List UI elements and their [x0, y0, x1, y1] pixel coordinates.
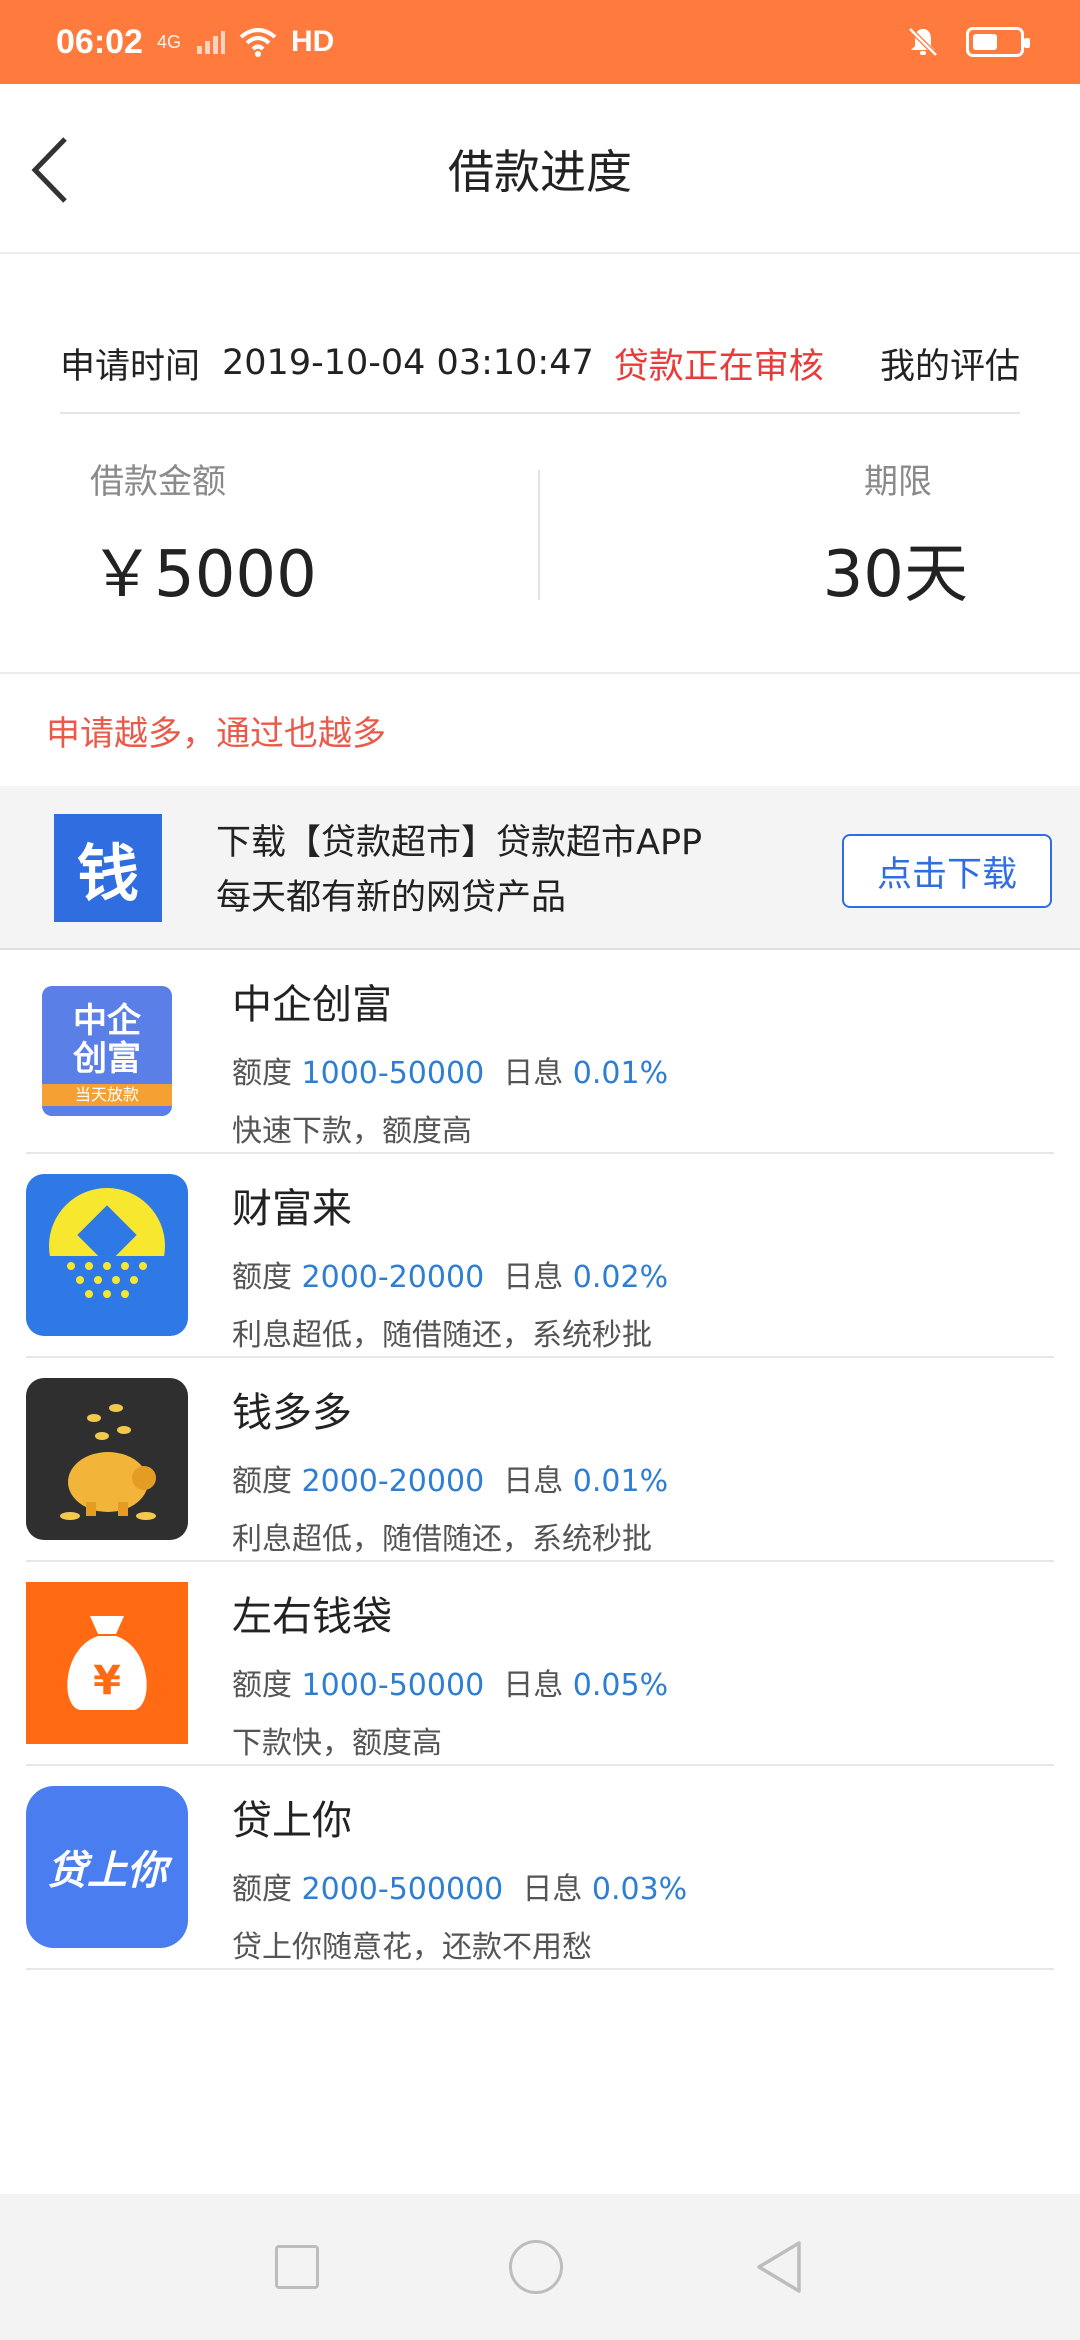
wifi-icon: [239, 28, 277, 57]
product-amount: 1000-50000: [301, 1056, 485, 1091]
banner-text: 下载【贷款超市】贷款超市APP 每天都有新的网贷产品: [216, 816, 702, 926]
product-terms: 额度 2000-20000 日息 0.02%: [232, 1260, 669, 1295]
loan-amount-label: 借款金额: [90, 462, 226, 502]
loan-term-value: 30天: [822, 538, 968, 612]
product-terms: 额度 2000-500000 日息 0.03%: [232, 1872, 688, 1907]
application-time: 2019-10-04 03:10:47: [222, 343, 594, 383]
product-text: 钱多多 额度 2000-20000 日息 0.01% 利息超低，随借随还，系统秒…: [232, 1380, 668, 1558]
promo-text: 申请越多，通过也越多: [46, 714, 386, 754]
download-banner[interactable]: 钱 下载【贷款超市】贷款超市APP 每天都有新的网贷产品 点击下载: [0, 786, 1080, 950]
product-name: 贷上你: [232, 1798, 352, 1844]
product-desc: 快速下款，额度高: [232, 1114, 472, 1149]
application-row: 申请时间 2019-10-04 03:10:47 贷款正在审核 我的评估: [60, 314, 1020, 414]
application-time-label: 申请时间: [60, 346, 201, 387]
product-name: 钱多多: [232, 1390, 352, 1436]
banner-line-2: 每天都有新的网贷产品: [216, 878, 567, 918]
nav-bar: 借款进度: [0, 84, 1080, 254]
product-desc: 利息超低，随借随还，系统秒批: [232, 1522, 652, 1557]
product-amount: 2000-20000: [301, 1260, 485, 1295]
product-rate: 0.01%: [572, 1056, 669, 1091]
loan-market-logo: 钱: [54, 814, 162, 922]
product-desc: 下款快，额度高: [232, 1726, 442, 1761]
battery-icon: [966, 27, 1030, 57]
recent-apps-button[interactable]: [275, 2245, 319, 2289]
zhongqichuangfu-logo: 中企 创富 当天放款: [42, 986, 172, 1116]
product-rate: 0.03%: [591, 1872, 688, 1907]
status-left: 06:02 4G HD: [56, 23, 334, 62]
product-item-zuoyouqiandai[interactable]: ¥ 左右钱袋 额度 1000-50000 日息 0.05% 下款快，额度高: [26, 1562, 1054, 1766]
my-evaluation-link[interactable]: 我的评估: [880, 338, 1020, 389]
product-item-qianduoduo[interactable]: 钱多多 额度 2000-20000 日息 0.01% 利息超低，随借随还，系统秒…: [26, 1358, 1054, 1562]
product-terms: 额度 1000-50000 日息 0.01%: [232, 1056, 669, 1091]
status-bar: 06:02 4G HD: [0, 0, 1080, 84]
product-terms: 额度 2000-20000 日息 0.01%: [232, 1464, 669, 1499]
loan-term-label: 期限: [864, 462, 932, 502]
product-amount: 2000-20000: [301, 1464, 485, 1499]
svg-text:¥: ¥: [93, 1658, 121, 1704]
product-terms: 额度 1000-50000 日息 0.05%: [232, 1668, 669, 1703]
product-amount: 2000-500000: [301, 1872, 504, 1907]
product-text: 贷上你 额度 2000-500000 日息 0.03% 贷上你随意花，还款不用愁: [232, 1788, 687, 1966]
product-item-caifulai[interactable]: 财富来 额度 2000-20000 日息 0.02% 利息超低，随借随还，系统秒…: [26, 1154, 1054, 1358]
banner-line-1: 下载【贷款超市】贷款超市APP: [216, 823, 703, 863]
vertical-divider: [538, 470, 540, 600]
zuoyouqiandai-logo: ¥: [26, 1582, 188, 1744]
daishangni-logo: 贷上你: [26, 1786, 188, 1948]
qianduoduo-logo: [26, 1378, 188, 1540]
status-right: [906, 25, 1030, 59]
product-name: 中企创富: [232, 982, 392, 1028]
mute-icon: [908, 27, 938, 57]
product-amount: 1000-50000: [301, 1668, 485, 1703]
product-list: 中企 创富 当天放款 中企创富 额度 1000-50000 日息 0.01% 快…: [0, 950, 1080, 1970]
product-text: 财富来 额度 2000-20000 日息 0.02% 利息超低，随借随还，系统秒…: [232, 1176, 668, 1354]
product-text: 左右钱袋 额度 1000-50000 日息 0.05% 下款快，额度高: [232, 1584, 668, 1762]
product-item-daishangni[interactable]: 贷上你 贷上你 额度 2000-500000 日息 0.03% 贷上你随意花，还…: [26, 1766, 1054, 1970]
product-name: 左右钱袋: [232, 1594, 392, 1640]
product-item-zhongqichuangfu[interactable]: 中企 创富 当天放款 中企创富 额度 1000-50000 日息 0.01% 快…: [26, 950, 1054, 1154]
back-triangle-icon[interactable]: [753, 2239, 805, 2295]
product-rate: 0.01%: [572, 1464, 669, 1499]
product-rate: 0.05%: [572, 1668, 669, 1703]
application-info: 申请时间 2019-10-04 03:10:47 贷款正在审核 我的评估 借款金…: [0, 254, 1080, 674]
hd-indicator: HD: [290, 25, 335, 58]
home-button[interactable]: [509, 2240, 563, 2294]
status-time: 06:02: [56, 22, 143, 61]
product-desc: 利息超低，随借随还，系统秒批: [232, 1318, 652, 1353]
system-nav-bar: [0, 2194, 1080, 2340]
product-name: 财富来: [232, 1186, 352, 1232]
caifulai-logo: [26, 1174, 188, 1336]
loan-amount-value: ￥5000: [90, 538, 317, 612]
network-type: 4G: [156, 31, 181, 52]
product-rate: 0.02%: [572, 1260, 669, 1295]
loan-term-block: 期限 30天: [823, 454, 968, 615]
page-title: 借款进度: [448, 145, 632, 199]
signal-icon: [196, 31, 225, 54]
product-text: 中企创富 额度 1000-50000 日息 0.01% 快速下款，额度高: [232, 972, 668, 1150]
loan-amount-block: 借款金额 ￥5000: [90, 454, 317, 615]
product-desc: 贷上你随意花，还款不用愁: [232, 1930, 592, 1965]
download-button[interactable]: 点击下载: [842, 834, 1052, 908]
application-status: 贷款正在审核: [613, 346, 824, 387]
